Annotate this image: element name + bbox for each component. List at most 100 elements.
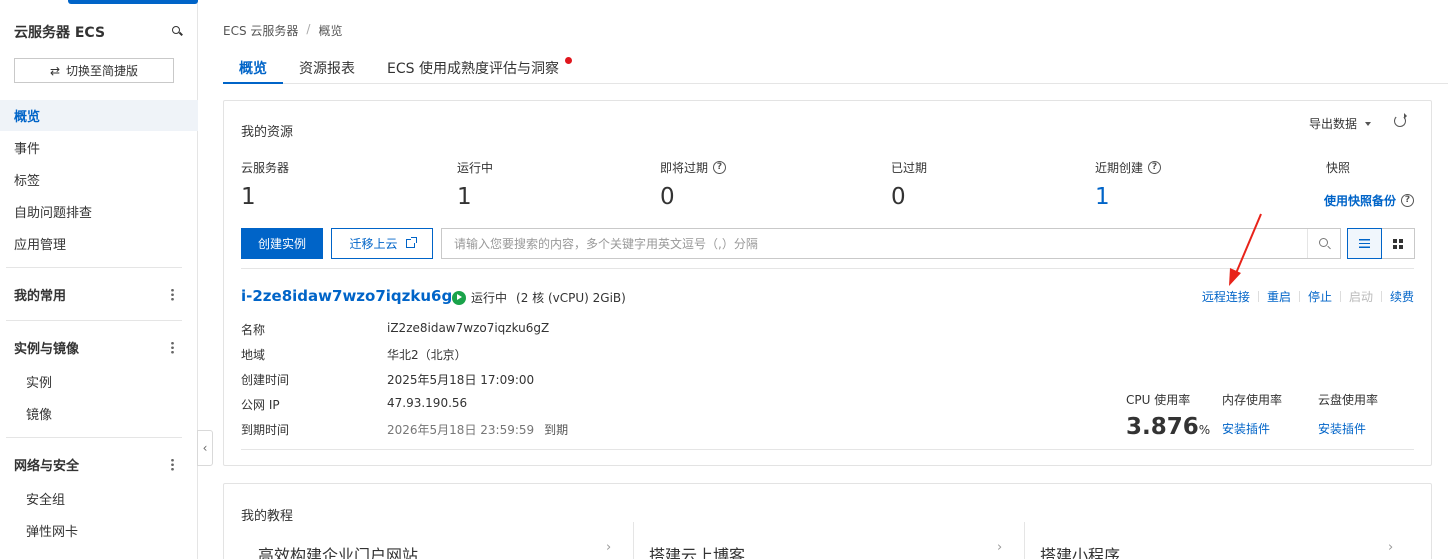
sidebar-item-overview[interactable]: 概览: [0, 100, 198, 131]
sidebar-item-images[interactable]: 镜像: [0, 398, 198, 429]
breadcrumb: ECS 云服务器 / 概览: [223, 22, 342, 39]
instance-id-link[interactable]: i-2ze8idaw7wzo7iqzku6g: [241, 287, 452, 305]
tab-resource-report[interactable]: 资源报表: [283, 52, 371, 84]
button-label: 迁移上云: [349, 237, 398, 251]
sidebar-item-app-management[interactable]: 应用管理: [0, 228, 198, 259]
start-link[interactable]: 启动: [1349, 288, 1373, 305]
use-snapshot-backup-link[interactable]: 使用快照备份 ?: [1324, 192, 1414, 209]
tutorial-item[interactable]: 搭建小程序: [1040, 542, 1120, 559]
stat-label-row: 即将过期?: [660, 158, 727, 176]
sidebar-group-instance-image[interactable]: 实例与镜像: [0, 332, 198, 363]
sidebar-item-troubleshoot[interactable]: 自助问题排查: [0, 196, 198, 227]
help-icon[interactable]: ?: [1401, 194, 1414, 207]
sidebar-group-network-security[interactable]: 网络与安全: [0, 449, 198, 480]
expiry-tag: 到期: [544, 423, 569, 437]
sidebar-item-tags[interactable]: 标签: [0, 164, 198, 195]
sidebar-group-common[interactable]: 我的常用: [0, 279, 198, 310]
action-divider: [1257, 291, 1259, 302]
stop-link[interactable]: 停止: [1308, 288, 1332, 305]
sidebar-item-label: 应用管理: [14, 238, 67, 253]
collapse-sidebar-button[interactable]: ‹: [197, 430, 213, 466]
export-label: 导出数据: [1308, 117, 1357, 131]
instance-spec: (2 核 (vCPU) 2GiB): [516, 291, 626, 305]
detail-value: 47.93.190.56: [387, 396, 468, 410]
tab-overview[interactable]: 概览: [223, 52, 283, 84]
tab-label: 概览: [239, 61, 267, 77]
detail-key: 创建时间: [241, 373, 290, 387]
stat-value: 0: [891, 184, 906, 210]
migrate-to-cloud-button[interactable]: 迁移上云: [331, 228, 433, 259]
sidebar-item-security-groups[interactable]: 安全组: [0, 483, 198, 514]
detail-key: 名称: [241, 323, 266, 337]
search-input[interactable]: [442, 229, 1307, 258]
button-label: 创建实例: [257, 237, 306, 251]
detail-key: 公网 IP: [241, 398, 280, 412]
sidebar-item-label: 实例: [26, 376, 53, 391]
tab-label: ECS 使用成熟度评估与洞察: [387, 61, 559, 77]
sidebar-item-label: 镜像: [26, 408, 53, 423]
action-divider: [1380, 291, 1382, 302]
sidebar-item-label: 概览: [14, 110, 41, 125]
stat-running[interactable]: 运行中 1: [457, 158, 494, 211]
detail-value: 2025年5月18日 17:09:00: [387, 373, 535, 387]
breadcrumb-root[interactable]: ECS 云服务器: [223, 22, 298, 39]
list-icon: [1359, 239, 1370, 248]
notification-dot: [564, 57, 572, 64]
help-icon[interactable]: ?: [713, 160, 727, 174]
stat-label: 运行中: [457, 160, 494, 175]
detail-value: 2026年5月18日 23:59:59: [387, 423, 535, 437]
stat-label: 已过期: [891, 160, 928, 175]
sidebar-group-label: 我的常用: [14, 289, 67, 304]
more-icon[interactable]: [171, 341, 174, 354]
stat-label: 即将过期: [660, 160, 709, 175]
stat-value: 1: [1095, 184, 1110, 210]
create-instance-button[interactable]: 创建实例: [241, 228, 323, 259]
card-title: 我的教程: [241, 509, 294, 524]
instance-search: [441, 228, 1341, 259]
search-icon[interactable]: [170, 25, 184, 39]
help-icon[interactable]: ?: [1148, 160, 1162, 174]
refresh-icon[interactable]: [1394, 113, 1407, 127]
running-icon: [452, 290, 466, 305]
more-icon[interactable]: [171, 288, 174, 301]
tab-maturity-assessment[interactable]: ECS 使用成熟度评估与洞察: [371, 52, 581, 84]
detail-row: 创建时间 2025年5月18日 17:09:00: [241, 371, 534, 388]
list-view-button[interactable]: [1347, 228, 1382, 259]
grid-view-button[interactable]: [1381, 229, 1414, 258]
swap-icon: ⇄: [49, 63, 61, 78]
tutorial-item[interactable]: 高效构建企业门户网站: [258, 542, 418, 559]
stat-value: 1: [457, 184, 472, 210]
sidebar: 云服务器 ECS ⇄ 切换至简捷版 概览 事件 标签 自助问题排查 应用管理 我…: [0, 0, 198, 559]
stat-servers[interactable]: 云服务器 1: [241, 158, 290, 211]
stat-expiring[interactable]: 即将过期? 0: [660, 158, 727, 210]
install-plugin-link[interactable]: 安装插件: [1318, 420, 1378, 437]
more-icon[interactable]: [171, 458, 174, 471]
stat-recently-created[interactable]: 近期创建? 1: [1095, 158, 1162, 210]
remote-connect-link[interactable]: 远程连接: [1202, 288, 1250, 305]
tutorial-item[interactable]: 搭建云上博客: [649, 542, 745, 559]
metric-label: 云盘使用率: [1318, 393, 1379, 407]
tab-label: 资源报表: [299, 61, 355, 77]
stat-label: 云服务器: [241, 160, 290, 175]
breadcrumb-separator: /: [306, 22, 311, 36]
install-plugin-link[interactable]: 安装插件: [1222, 420, 1282, 437]
divider: [1024, 522, 1025, 559]
divider: [633, 522, 634, 559]
export-data-dropdown[interactable]: 导出数据: [1309, 115, 1371, 132]
card-title: 我的资源: [241, 125, 294, 140]
sidebar-item-eni[interactable]: 弹性网卡: [0, 515, 198, 546]
renew-link[interactable]: 续费: [1390, 288, 1414, 305]
stat-expired[interactable]: 已过期 0: [891, 158, 928, 211]
switch-simple-mode-button[interactable]: ⇄ 切换至简捷版: [14, 58, 174, 83]
sidebar-top-indicator: [68, 0, 198, 4]
sidebar-item-instances[interactable]: 实例: [0, 366, 198, 397]
stat-value: 1: [241, 184, 256, 210]
sidebar-item-label: 自助问题排查: [14, 206, 93, 221]
stat-snapshots: 快照: [1326, 158, 1350, 176]
detail-key: 到期时间: [241, 423, 290, 437]
restart-link[interactable]: 重启: [1267, 288, 1291, 305]
search-button[interactable]: [1307, 229, 1340, 258]
snapshot-link-label: 使用快照备份: [1323, 194, 1396, 208]
sidebar-divider: [6, 437, 182, 438]
sidebar-item-events[interactable]: 事件: [0, 132, 198, 163]
